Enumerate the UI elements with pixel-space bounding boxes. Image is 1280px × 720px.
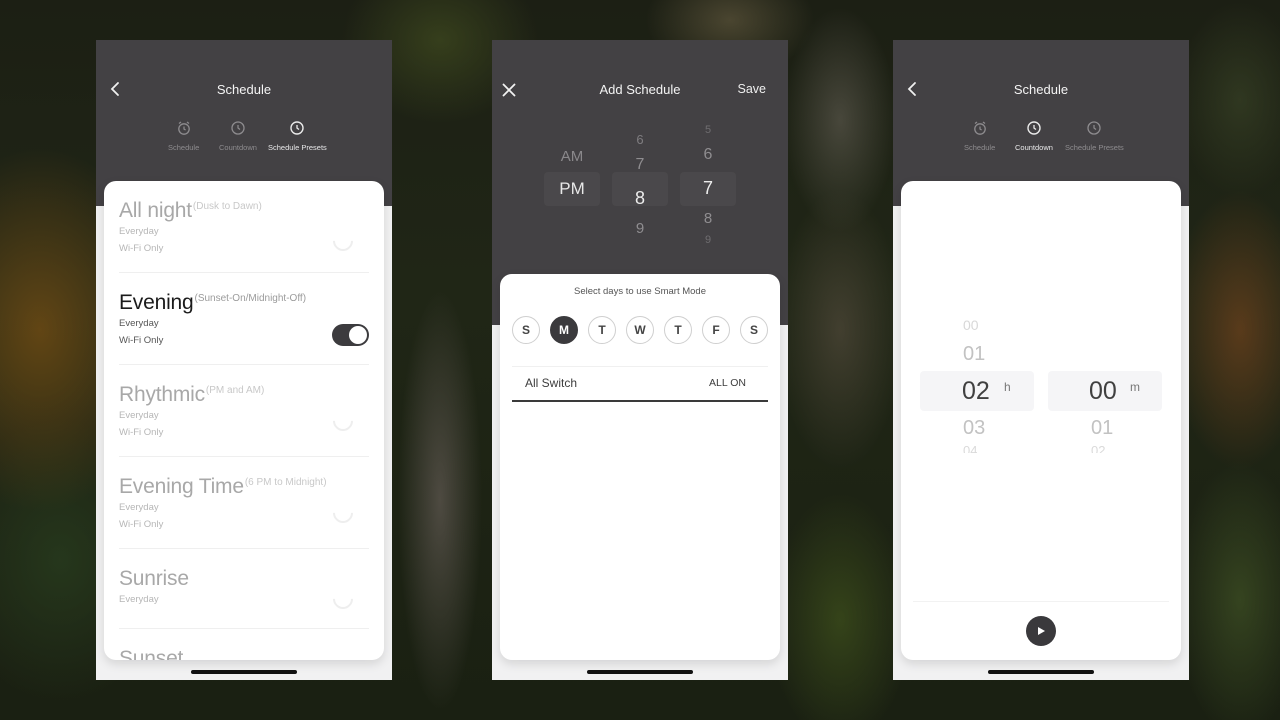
toggle-knob (349, 326, 367, 344)
tab-label: Schedule Presets (1065, 143, 1124, 152)
tab-countdown[interactable]: Countdown (1015, 120, 1053, 152)
tab-label: Schedule (168, 143, 200, 152)
day-sunday[interactable]: S (512, 316, 540, 344)
tab-schedule-presets[interactable]: Schedule Presets (1065, 120, 1124, 152)
preset-mode: Wi-Fi Only (119, 427, 164, 438)
picker-option: 04 (963, 443, 978, 453)
play-icon (1038, 627, 1045, 635)
tab-schedule-presets[interactable]: Schedule Presets (268, 120, 327, 152)
tab-label: Countdown (219, 143, 257, 152)
preset-subtitle: (Dusk to Dawn) (192, 201, 262, 212)
preset-name: Rhythmic (119, 383, 205, 406)
picker-option: 00 (963, 317, 979, 333)
minute-picker[interactable]: 5 6 7 8 9 (680, 124, 736, 254)
preset-days: Everyday (119, 502, 159, 513)
tab-countdown[interactable]: Countdown (219, 120, 257, 152)
preset-item-sunset[interactable]: Sunset (119, 629, 369, 660)
preset-name: Sunset (119, 647, 184, 660)
tab-schedule[interactable]: Schedule (168, 120, 199, 152)
countdown-card: 00 01 02 h 03 04 00 m 01 02 (901, 181, 1181, 660)
add-schedule-screen: Add Schedule Save AM PM 6 7 8 9 5 6 7 8 … (492, 40, 788, 680)
preset-item-rhythmic[interactable]: Rhythmic(PM and AM) Everyday Wi-Fi Only (119, 365, 369, 457)
tab-bar: Schedule Countdown Schedule Presets (96, 120, 392, 160)
clock-icon (231, 121, 245, 135)
preset-days: Everyday (119, 318, 159, 329)
presets-list: All night(Dusk to Dawn) Everyday Wi-Fi O… (104, 181, 384, 660)
loading-toggle[interactable] (328, 584, 358, 614)
hour-picker[interactable]: 6 7 8 9 (612, 124, 668, 254)
hours-unit: h (1004, 380, 1011, 394)
home-indicator (587, 670, 693, 674)
alarm-clock-icon (177, 121, 190, 135)
all-switch-label: All Switch (525, 376, 578, 390)
day-thursday[interactable]: T (664, 316, 692, 344)
picker-option: 01 (963, 343, 986, 365)
days-title: Select days to use Smart Mode (573, 286, 706, 297)
clock-icon (1027, 121, 1041, 135)
picker-option: 03 (963, 417, 986, 439)
picker-option: 6 (636, 132, 644, 147)
home-indicator (988, 670, 1094, 674)
picker-option: 8 (703, 210, 713, 227)
preset-item-evening[interactable]: Evening(Sunset-On/Midnight-Off) Everyday… (119, 273, 369, 365)
tab-label: Schedule Presets (268, 143, 327, 152)
countdown-screen: Schedule Schedule Countdown Schedule Pre… (893, 40, 1189, 680)
clock-icon (1087, 121, 1102, 135)
tab-schedule[interactable]: Schedule (964, 120, 995, 152)
picker-option-selected: 02 (962, 377, 990, 405)
day-friday[interactable]: F (702, 316, 730, 344)
page-title: Schedule (1013, 82, 1069, 97)
save-button[interactable]: Save (738, 82, 767, 96)
preset-subtitle: (6 PM to Midnight) (244, 477, 327, 488)
preset-toggle[interactable] (332, 324, 369, 346)
preset-name: Evening Time (119, 475, 244, 498)
picker-option: 7 (635, 156, 645, 173)
picker-option: 9 (635, 220, 645, 237)
preset-mode: Wi-Fi Only (119, 519, 164, 530)
minutes-unit: m (1130, 380, 1140, 394)
page-title: Schedule (216, 82, 272, 97)
all-switch-row[interactable]: All Switch ALL ON (512, 366, 768, 402)
schedule-presets-screen: Schedule Schedule Countdown Schedule Pre… (96, 40, 392, 680)
preset-name: Evening (119, 291, 194, 314)
all-switch-value: ALL ON (709, 377, 746, 389)
preset-name: All night (119, 199, 192, 222)
alarm-clock-icon (973, 121, 986, 135)
clock-icon (290, 121, 305, 135)
day-wednesday[interactable]: W (626, 316, 654, 344)
picker-option-selected: 7 (702, 178, 713, 198)
picker-option: 9 (704, 234, 712, 246)
day-monday[interactable]: M (550, 316, 578, 344)
preset-name: Sunrise (119, 567, 189, 590)
tab-label: Schedule (964, 143, 996, 152)
preset-days: Everyday (119, 594, 159, 605)
day-selector: S M T W T F S (512, 316, 768, 346)
divider (913, 601, 1169, 602)
picker-option-selected: 8 (634, 188, 645, 208)
ampm-picker[interactable]: AM PM (544, 140, 600, 220)
picker-option: 6 (703, 146, 713, 163)
preset-subtitle: (PM and AM) (205, 385, 265, 396)
picker-option: AM (560, 148, 584, 165)
picker-option: 5 (704, 124, 712, 136)
picker-option: 01 (1091, 417, 1114, 439)
day-tuesday[interactable]: T (588, 316, 616, 344)
picker-option: 02 (1091, 443, 1106, 453)
days-card: Select days to use Smart Mode S M T W T … (500, 274, 780, 660)
day-saturday[interactable]: S (740, 316, 768, 344)
tab-label: Countdown (1015, 143, 1053, 152)
preset-item-evening-time[interactable]: Evening Time(6 PM to Midnight) Everyday … (119, 457, 369, 549)
preset-days: Everyday (119, 226, 159, 237)
preset-mode: Wi-Fi Only (119, 243, 164, 254)
preset-item-sunrise[interactable]: Sunrise Everyday (119, 549, 369, 629)
home-indicator (191, 670, 297, 674)
picker-option-selected: PM (559, 179, 585, 198)
preset-subtitle: (Sunset-On/Midnight-Off) (194, 293, 307, 304)
tab-bar: Schedule Countdown Schedule Presets (893, 120, 1189, 160)
start-countdown-button[interactable] (1026, 616, 1056, 646)
preset-item-all-night[interactable]: All night(Dusk to Dawn) Everyday Wi-Fi O… (119, 181, 369, 273)
picker-option-selected: 00 (1089, 377, 1117, 405)
preset-days: Everyday (119, 410, 159, 421)
